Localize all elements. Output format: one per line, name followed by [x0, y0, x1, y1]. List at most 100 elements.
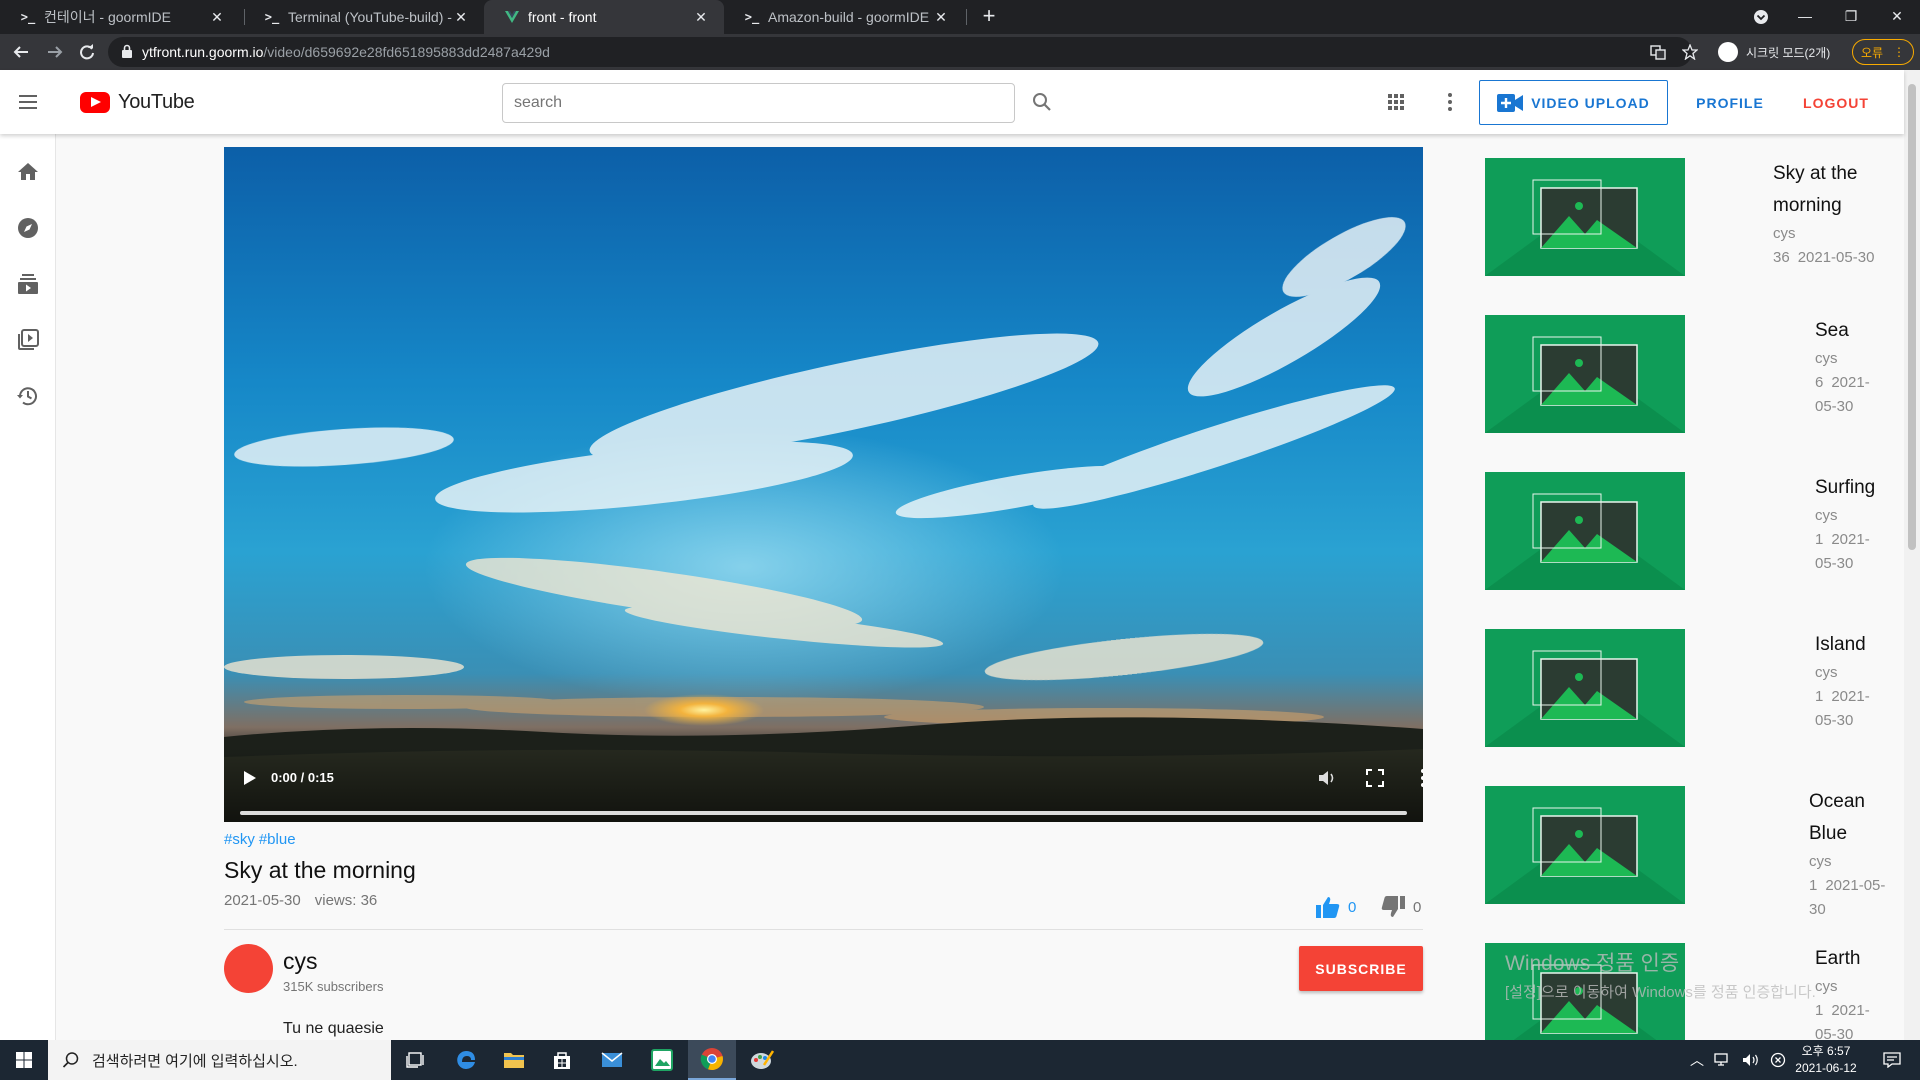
arrow-left-icon — [13, 46, 28, 58]
minimize-button[interactable]: — — [1784, 0, 1826, 34]
chrome-app[interactable] — [688, 1040, 736, 1080]
related-date: 05-30 — [1815, 1026, 1854, 1040]
close-icon[interactable]: ✕ — [932, 9, 950, 26]
library-icon[interactable] — [16, 328, 40, 352]
terminal-icon: >_ — [20, 10, 36, 24]
video-player[interactable]: 0:00 / 0:15 — [224, 147, 1423, 822]
history-icon[interactable] — [16, 384, 40, 408]
lock-icon — [122, 44, 132, 58]
arrow-right-icon — [48, 46, 63, 58]
network-icon[interactable] — [1714, 1053, 1732, 1067]
more-vert-icon[interactable] — [1412, 767, 1423, 789]
related-video-item[interactable]: Ocean Blue cys 1 2021-05- 30 — [1485, 786, 1904, 943]
tab-search-button[interactable] — [1740, 0, 1782, 34]
logout-button[interactable]: LOGOUT — [1790, 80, 1882, 125]
chevron-up-icon[interactable]: ︿ — [1690, 1050, 1704, 1070]
like-button[interactable]: 0 — [1316, 896, 1356, 918]
browser-tab[interactable]: >_ Terminal (YouTube-build) - goo ✕ — [244, 0, 484, 34]
video-upload-button[interactable]: VIDEO UPLOAD — [1479, 80, 1668, 125]
volume-icon[interactable] — [1316, 767, 1338, 789]
paint-icon — [751, 1050, 774, 1069]
tab-separator — [966, 9, 967, 25]
related-video-item[interactable]: Sky at the morning cys 36 2021-05-30 — [1485, 158, 1904, 315]
close-icon[interactable]: ✕ — [692, 9, 710, 26]
related-info: Earth cys 1 2021- 05-30 — [1815, 943, 1878, 1040]
image-placeholder-icon — [1485, 650, 1685, 747]
chevron-down-icon — [1754, 10, 1768, 24]
side-rail — [0, 134, 56, 1040]
incognito-indicator[interactable]: 시크릿 모드(2개) — [1718, 38, 1830, 66]
scrollbar-thumb[interactable] — [1908, 84, 1916, 550]
close-icon[interactable]: ✕ — [452, 9, 470, 26]
close-icon[interactable]: ✕ — [208, 9, 226, 26]
image-app[interactable] — [638, 1040, 686, 1080]
taskbar-search-box[interactable]: 검색하려면 여기에 입력하십시오. — [48, 1040, 391, 1080]
tab-label: 컨테이너 - goormIDE — [44, 9, 171, 25]
window-close-button[interactable]: ✕ — [1876, 0, 1918, 34]
youtube-logo[interactable]: YouTube — [80, 90, 195, 114]
home-icon[interactable] — [16, 160, 40, 184]
related-date: 05-30 — [1815, 712, 1854, 729]
more-vert-icon[interactable] — [1438, 90, 1462, 114]
file-explorer-app[interactable] — [490, 1040, 538, 1080]
mail-app[interactable] — [588, 1040, 636, 1080]
profile-button[interactable]: PROFILE — [1680, 80, 1780, 125]
search-icon[interactable] — [1030, 90, 1054, 114]
image-placeholder-icon — [1485, 807, 1685, 904]
video-progress-bar[interactable] — [240, 811, 1407, 815]
related-video-item[interactable]: Sea cys 6 2021- 05-30 — [1485, 315, 1904, 472]
hamburger-menu-icon[interactable] — [16, 90, 40, 114]
related-date: 2021-05- — [1825, 877, 1886, 894]
play-icon[interactable] — [238, 767, 260, 789]
browser-tab-active[interactable]: front - front ✕ — [484, 0, 724, 34]
explore-icon[interactable] — [16, 216, 40, 240]
reload-icon — [80, 44, 94, 60]
related-meta: 05-30 — [1815, 709, 1878, 733]
related-video-item[interactable]: Surfing cys 1 2021- 05-30 — [1485, 472, 1904, 629]
related-info: Ocean Blue cys 1 2021-05- 30 — [1809, 786, 1893, 922]
apps-grid-icon[interactable] — [1384, 90, 1408, 114]
notification-icon — [1883, 1052, 1901, 1068]
forward-button[interactable] — [38, 34, 72, 70]
page-scrollbar[interactable] — [1904, 70, 1920, 1040]
task-view-button[interactable] — [392, 1040, 440, 1080]
fullscreen-icon[interactable] — [1364, 767, 1386, 789]
video-tags: #sky #blue — [224, 831, 300, 848]
start-button[interactable] — [0, 1040, 48, 1080]
related-info: Surfing cys 1 2021- 05-30 — [1815, 472, 1878, 576]
error-status-icon[interactable] — [1770, 1052, 1786, 1068]
reload-button[interactable] — [70, 34, 104, 70]
chrome-icon — [700, 1048, 723, 1071]
translate-icon[interactable] — [1650, 44, 1666, 60]
notification-center-button[interactable] — [1872, 1040, 1912, 1080]
store-app[interactable] — [538, 1040, 586, 1080]
taskbar-clock[interactable]: 오후 6:57 2021-06-12 — [1786, 1043, 1866, 1077]
dislike-button[interactable]: 0 — [1381, 896, 1421, 918]
channel-avatar[interactable] — [224, 944, 273, 993]
tag-link[interactable]: #blue — [259, 831, 296, 848]
search-input[interactable] — [502, 83, 1015, 123]
subscribe-button[interactable]: SUBSCRIBE — [1299, 946, 1423, 991]
channel-name[interactable]: cys — [283, 948, 318, 975]
tag-link[interactable]: #sky — [224, 831, 255, 848]
related-video-item[interactable]: Island cys 1 2021- 05-30 — [1485, 629, 1904, 786]
edge-app[interactable] — [442, 1040, 490, 1080]
video-timecode: 0:00 / 0:15 — [271, 770, 334, 785]
related-info: Sky at the morning cys 36 2021-05-30 — [1773, 158, 1882, 270]
video-description: Tu ne quaesie — [283, 1020, 384, 1037]
video-frame-image — [224, 147, 1423, 822]
address-bar[interactable]: ytfront.run.goorm.io/video/d659692e28fd6… — [108, 37, 1698, 67]
subscriptions-icon[interactable] — [16, 272, 40, 296]
restore-button[interactable]: ❐ — [1830, 0, 1872, 34]
speaker-icon[interactable] — [1742, 1053, 1760, 1067]
related-meta: 1 2021- — [1815, 685, 1878, 709]
back-button[interactable] — [4, 34, 38, 70]
paint-app[interactable] — [738, 1040, 786, 1080]
new-tab-button[interactable]: + — [976, 0, 1002, 34]
tab-label: front - front — [528, 9, 597, 25]
browser-tab[interactable]: >_ 컨테이너 - goormIDE ✕ — [0, 0, 240, 34]
bookmark-star-icon[interactable] — [1682, 44, 1698, 60]
browser-tab[interactable]: >_ Amazon-build - goormIDE ✕ — [724, 0, 964, 34]
error-button[interactable]: 오류 ⋮ — [1852, 39, 1914, 65]
watermark-title: Windows 정품 인증 — [1505, 952, 1680, 975]
